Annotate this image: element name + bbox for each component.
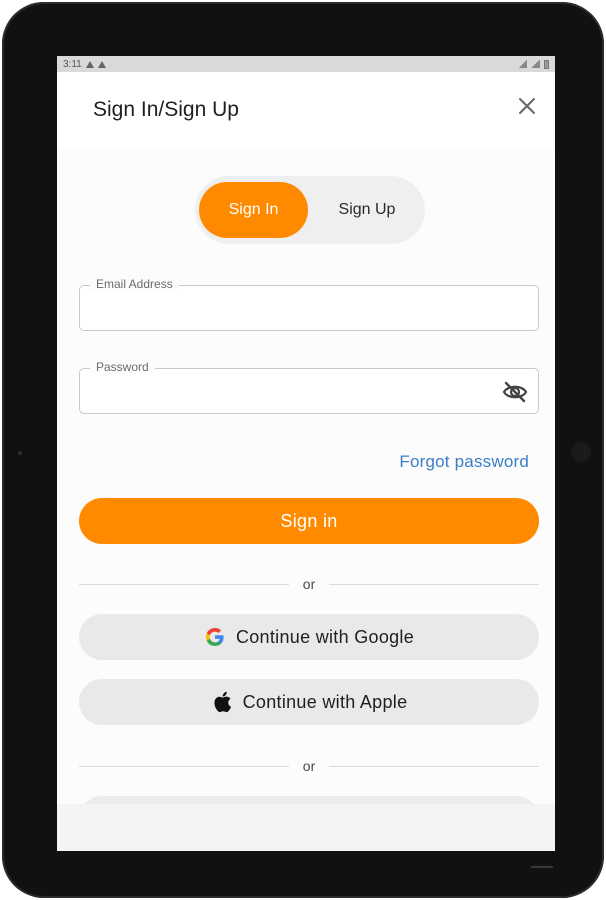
- apple-sign-in-button[interactable]: Continue with Apple: [79, 679, 539, 725]
- password-field: Password: [79, 360, 539, 414]
- email-field: Email Address: [79, 277, 539, 331]
- status-bar: 3:11: [57, 56, 555, 72]
- divider-line: [329, 583, 540, 585]
- or-divider-2: or: [79, 756, 540, 776]
- or-text: or: [302, 758, 316, 774]
- warning-icon: [85, 60, 94, 68]
- close-button[interactable]: [515, 94, 539, 118]
- auth-form: Sign In Sign Up Email Address Password F…: [57, 148, 555, 851]
- google-sign-in-button[interactable]: Continue with Google: [79, 614, 539, 660]
- app-screen: 3:11 Sign In/Sign Up Sign In Sign Up Ema…: [57, 56, 555, 851]
- bottom-sheet-edge: [57, 804, 555, 851]
- or-text: or: [302, 576, 316, 592]
- device-sensor: [18, 451, 22, 455]
- email-label: Email Address: [90, 277, 179, 291]
- status-time: 3:11: [63, 58, 82, 70]
- google-button-label: Continue with Google: [235, 626, 415, 647]
- password-visibility-toggle[interactable]: [502, 379, 528, 405]
- eye-off-icon: [502, 381, 528, 403]
- apple-button-label: Continue with Apple: [242, 691, 408, 712]
- page-title: Sign In/Sign Up: [93, 98, 239, 121]
- divider-line: [329, 765, 540, 767]
- password-label: Password: [90, 360, 155, 374]
- wifi-icon: [531, 60, 540, 68]
- tab-sign-up[interactable]: Sign Up: [315, 182, 419, 238]
- apple-icon: [211, 691, 233, 713]
- warning-icon: [97, 60, 106, 68]
- device-camera: [571, 442, 591, 462]
- forgot-password-link[interactable]: Forgot password: [399, 452, 529, 472]
- device-indicator: [531, 866, 553, 868]
- email-input[interactable]: [80, 286, 538, 330]
- tablet-frame: 3:11 Sign In/Sign Up Sign In Sign Up Ema…: [2, 2, 604, 898]
- divider-line: [79, 583, 289, 585]
- dialog-header: Sign In/Sign Up: [57, 72, 555, 148]
- auth-mode-toggle: Sign In Sign Up: [195, 176, 425, 244]
- signal-icon: [518, 60, 527, 68]
- divider-line: [79, 765, 289, 767]
- tab-sign-in[interactable]: Sign In: [199, 182, 308, 238]
- or-divider: or: [79, 574, 540, 594]
- password-input[interactable]: [80, 369, 538, 413]
- google-icon: [204, 626, 226, 648]
- sign-in-button[interactable]: Sign in: [79, 498, 539, 544]
- battery-icon: [544, 59, 549, 69]
- close-icon: [519, 98, 535, 114]
